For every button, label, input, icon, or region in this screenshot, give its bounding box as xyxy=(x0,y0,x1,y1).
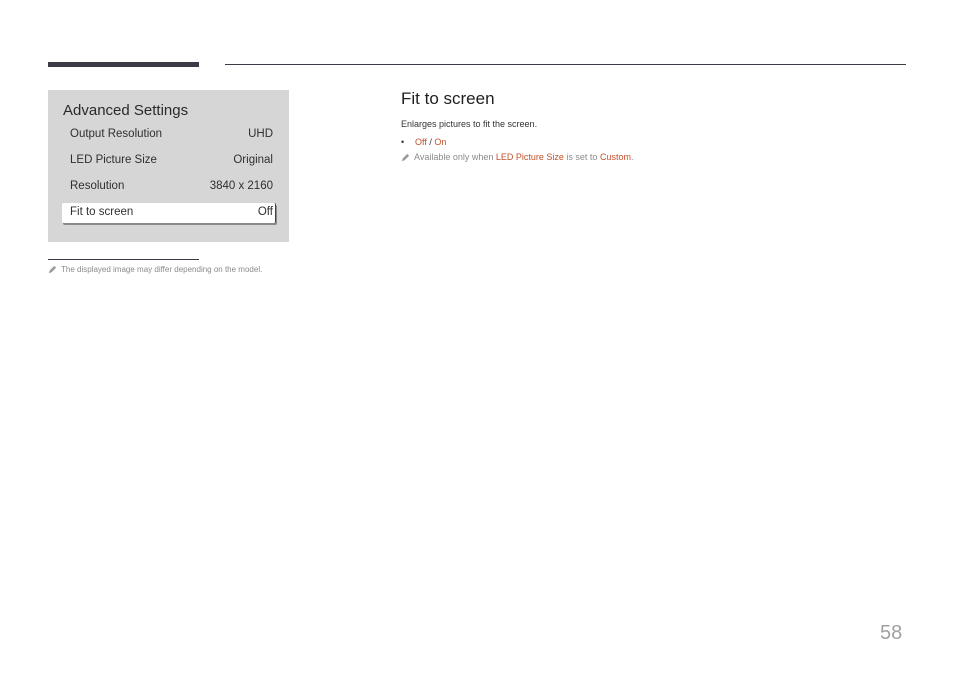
section-description: Enlarges pictures to fit the screen. xyxy=(401,119,538,129)
option-off: Off xyxy=(415,137,427,147)
page-number: 58 xyxy=(880,622,903,644)
menu-item-label: Output Resolution xyxy=(70,128,163,140)
footnote: The displayed image may differ depending… xyxy=(48,265,262,274)
note-highlight-custom: Custom xyxy=(599,152,631,162)
option-on: On xyxy=(434,137,447,147)
menu-item-label: Fit to screen xyxy=(70,206,134,218)
note-highlight-led-picture-size: LED Picture Size xyxy=(495,152,564,162)
menu-title: Advanced Settings xyxy=(63,102,189,119)
menu-item-output-resolution[interactable]: Output Resolution UHD xyxy=(62,125,275,145)
menu-item-resolution[interactable]: Resolution 3840 x 2160 xyxy=(62,177,275,197)
menu-item-value: 3840 x 2160 xyxy=(209,180,273,192)
footnote-divider xyxy=(48,259,199,260)
menu-item-label: Resolution xyxy=(70,180,125,192)
note-prefix: Available only when xyxy=(414,152,496,162)
bullet-icon: • xyxy=(401,137,405,147)
footnote-text: The displayed image may differ depending… xyxy=(61,265,263,274)
options-list-item: • Off / On xyxy=(401,137,446,147)
menu-item-value: Original xyxy=(233,154,273,166)
header-rule-thick xyxy=(48,62,199,67)
menu-item-led-picture-size[interactable]: LED Picture Size Original xyxy=(62,151,275,171)
advanced-settings-menu: Advanced Settings Output Resolution UHD … xyxy=(48,90,289,242)
menu-item-fit-to-screen[interactable]: Fit to screen Off xyxy=(62,203,276,223)
pencil-icon xyxy=(48,265,57,274)
availability-note: Available only when LED Picture Size is … xyxy=(401,152,633,162)
header-rule-thin xyxy=(225,64,906,65)
menu-item-label: LED Picture Size xyxy=(70,154,157,166)
menu-item-value: UHD xyxy=(248,128,273,140)
note-suffix: . xyxy=(630,152,634,162)
pencil-icon xyxy=(401,153,410,161)
section-title: Fit to screen xyxy=(401,89,495,108)
menu-item-value: Off xyxy=(257,206,273,218)
note-middle: is set to xyxy=(563,152,600,162)
